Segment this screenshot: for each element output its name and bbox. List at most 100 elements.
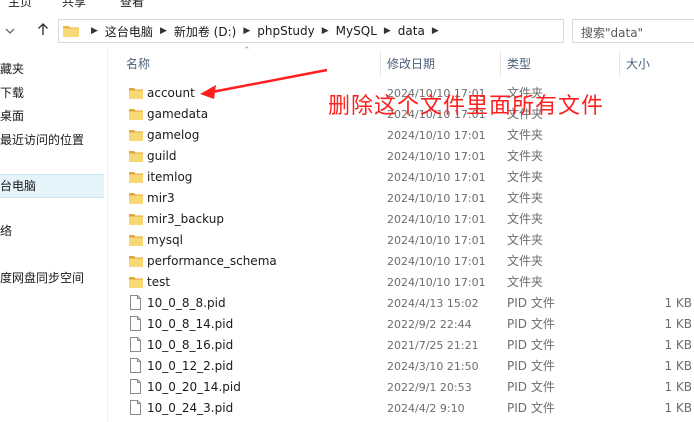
list-item[interactable]: performance_schema 2024/10/10 17:01 文件夹 <box>108 251 694 272</box>
list-item[interactable]: mysql 2024/10/10 17:01 文件夹 <box>108 230 694 251</box>
sidebar-item-downloads[interactable]: 下载 <box>0 82 24 104</box>
file-type: PID 文件 <box>507 359 555 373</box>
chevron-right-icon[interactable]: ▶ <box>91 26 98 36</box>
file-name[interactable]: performance_schema <box>147 251 277 272</box>
list-item[interactable]: 10_0_8_8.pid 2024/4/13 15:02 PID 文件 1 KB <box>108 293 694 314</box>
file-name[interactable]: test <box>147 272 170 293</box>
list-item[interactable]: 10_0_24_3.pid 2024/4/2 9:10 PID 文件 1 KB <box>108 398 694 419</box>
list-item[interactable]: test 2024/10/10 17:01 文件夹 <box>108 272 694 293</box>
sidebar-item-baidu-sync[interactable]: 度网盘同步空间 <box>0 267 84 289</box>
folder-icon <box>129 109 143 120</box>
search-input[interactable]: 搜索"data" <box>572 19 694 43</box>
file-type: PID 文件 <box>507 380 555 394</box>
crumb-phpstudy[interactable]: phpStudy <box>257 24 315 38</box>
file-icon <box>130 316 141 331</box>
crumb-this-pc[interactable]: 这台电脑 <box>105 23 153 40</box>
file-date: 2024/10/10 17:01 <box>387 192 486 205</box>
list-item[interactable]: gamelog 2024/10/10 17:01 文件夹 <box>108 125 694 146</box>
folder-icon <box>129 151 143 162</box>
list-item[interactable]: mir3 2024/10/10 17:01 文件夹 <box>108 188 694 209</box>
folder-icon <box>63 26 79 37</box>
file-date: 2024/10/10 17:01 <box>387 255 486 268</box>
chevron-right-icon[interactable]: ▶ <box>243 26 250 36</box>
forward-button[interactable] <box>0 21 20 43</box>
file-date: 2024/10/10 17:01 <box>387 234 486 247</box>
column-divider[interactable] <box>500 52 501 76</box>
file-size: 1 KB <box>664 359 692 373</box>
list-item[interactable]: guild 2024/10/10 17:01 文件夹 <box>108 146 694 167</box>
file-icon <box>130 358 141 373</box>
up-button[interactable] <box>33 21 53 43</box>
list-item[interactable]: 10_0_12_2.pid 2024/3/10 21:50 PID 文件 1 KB <box>108 356 694 377</box>
file-name[interactable]: 10_0_8_16.pid <box>147 335 233 356</box>
file-name[interactable]: 10_0_20_14.pid <box>147 377 241 398</box>
file-name[interactable]: mir3 <box>147 188 175 209</box>
sidebar-item-recent[interactable]: 最近访问的位置 <box>0 129 84 151</box>
file-name[interactable]: guild <box>147 146 177 167</box>
column-divider[interactable] <box>380 52 381 76</box>
sidebar-item-desktop[interactable]: 桌面 <box>0 105 24 127</box>
sort-up-icon: ⌃ <box>243 46 251 56</box>
sidebar-item-this-pc[interactable]: 台电脑 <box>0 174 104 198</box>
file-name[interactable]: 10_0_8_8.pid <box>147 293 226 314</box>
file-date: 2021/7/25 21:21 <box>387 339 479 352</box>
file-icon <box>130 295 141 310</box>
tab-home[interactable]: 主页 <box>8 0 32 10</box>
file-date: 2022/9/2 22:44 <box>387 318 472 331</box>
file-type: 文件夹 <box>507 128 544 142</box>
tab-share[interactable]: 共享 <box>62 0 86 10</box>
column-header-date[interactable]: 修改日期 <box>387 54 435 74</box>
file-type: 文件夹 <box>507 170 544 184</box>
file-date: 2024/10/10 17:01 <box>387 171 486 184</box>
list-item[interactable]: mir3_backup 2024/10/10 17:01 文件夹 <box>108 209 694 230</box>
file-type: PID 文件 <box>507 296 555 310</box>
file-date: 2024/10/10 17:01 <box>387 150 486 163</box>
folder-icon <box>129 193 143 204</box>
list-item[interactable]: 10_0_8_14.pid 2022/9/2 22:44 PID 文件 1 KB <box>108 314 694 335</box>
chevron-right-icon[interactable]: ▶ <box>432 26 439 36</box>
list-item[interactable]: 10_0_8_16.pid 2021/7/25 21:21 PID 文件 1 KB <box>108 335 694 356</box>
sidebar-item-favorites[interactable]: 藏夹 <box>0 58 24 80</box>
chevron-right-icon[interactable]: ▶ <box>160 26 167 36</box>
arrow-up-icon <box>38 23 48 35</box>
crumb-drive-d[interactable]: 新加卷 (D:) <box>174 23 236 40</box>
file-type: PID 文件 <box>507 338 555 352</box>
file-name[interactable]: account <box>147 83 195 104</box>
crumb-data[interactable]: data <box>398 24 425 38</box>
file-name[interactable]: gamedata <box>147 104 208 125</box>
file-name[interactable]: mir3_backup <box>147 209 224 230</box>
file-icon <box>130 337 141 352</box>
file-name[interactable]: gamelog <box>147 125 199 146</box>
column-header-name[interactable]: 名称 <box>126 54 150 74</box>
file-date: 2024/4/13 15:02 <box>387 297 479 310</box>
file-date: 2024/4/2 9:10 <box>387 402 465 415</box>
folder-icon <box>129 172 143 183</box>
file-icon <box>130 400 141 415</box>
file-name[interactable]: 10_0_12_2.pid <box>147 356 233 377</box>
file-type: 文件夹 <box>507 233 544 247</box>
chevron-right-icon[interactable]: ▶ <box>322 26 329 36</box>
file-type: PID 文件 <box>507 401 555 415</box>
file-name[interactable]: 10_0_24_3.pid <box>147 398 233 419</box>
file-name[interactable]: 10_0_8_14.pid <box>147 314 233 335</box>
file-type: 文件夹 <box>507 191 544 205</box>
ribbon: 主页 共享 查看 <box>0 0 694 16</box>
address-bar[interactable]: ▶ 这台电脑 ▶ 新加卷 (D:) ▶ phpStudy ▶ MySQL ▶ d… <box>58 19 564 43</box>
list-item[interactable]: 10_0_20_14.pid 2022/9/1 20:53 PID 文件 1 KB <box>108 377 694 398</box>
file-name[interactable]: mysql <box>147 230 183 251</box>
file-size: 1 KB <box>664 380 692 394</box>
column-header-size[interactable]: 大小 <box>626 54 650 74</box>
navigation-pane: 藏夹 下载 桌面 最近访问的位置 台电脑 络 度网盘同步空间 <box>0 48 106 422</box>
sidebar-item-network[interactable]: 络 <box>0 220 12 242</box>
chevron-right-icon[interactable]: ▶ <box>384 26 391 36</box>
list-item[interactable]: itemlog 2024/10/10 17:01 文件夹 <box>108 167 694 188</box>
file-type: 文件夹 <box>507 212 544 226</box>
search-placeholder: 搜索"data" <box>581 26 644 40</box>
file-name[interactable]: itemlog <box>147 167 192 188</box>
column-divider[interactable] <box>619 52 620 76</box>
column-header-type[interactable]: 类型 <box>507 54 531 74</box>
file-type: 文件夹 <box>507 275 544 289</box>
file-size: 1 KB <box>664 401 692 415</box>
crumb-mysql[interactable]: MySQL <box>336 24 377 38</box>
tab-view[interactable]: 查看 <box>120 0 144 10</box>
